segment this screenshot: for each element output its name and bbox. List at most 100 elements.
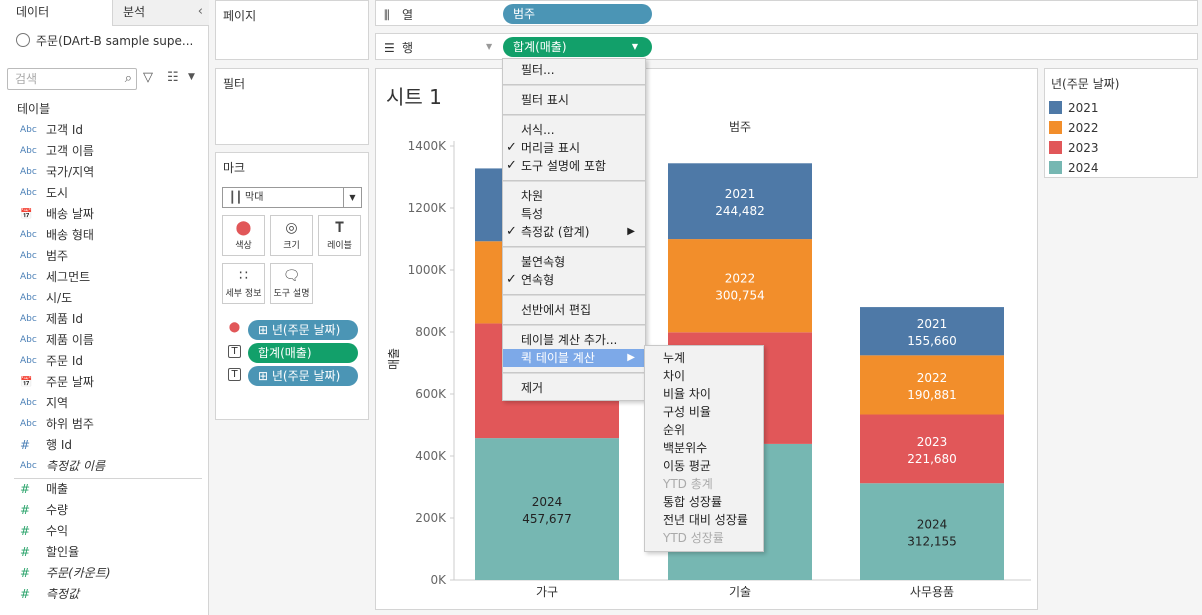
color-legend[interactable]: 년(주문 날짜) 2021 2022 2023 2024 bbox=[1044, 68, 1198, 178]
context-menu-item[interactable]: ✓ 도구 설명에 포함 bbox=[503, 157, 645, 175]
label-year-pill[interactable]: ⊞ 년(주문 날짜) bbox=[248, 366, 358, 386]
quick-calc-item[interactable]: 백분위수 bbox=[663, 439, 707, 457]
checkmark-icon: ✓ bbox=[506, 158, 517, 173]
chevron-down-icon[interactable]: ▼ bbox=[343, 188, 361, 207]
dimension-field[interactable]: Abc 배송 형태 bbox=[0, 225, 209, 246]
context-menu-item[interactable]: 테이블 계산 추가... bbox=[503, 331, 645, 349]
filters-card[interactable]: 필터 bbox=[215, 68, 369, 145]
chevron-down-icon[interactable]: ▼ bbox=[188, 72, 195, 82]
marks-card: 마크 ┃┃ 막대 ▼ ⬤ 색상 ◎ 크기 𝐓 레이블 ∷ 세부 정보 🗨 도구 … bbox=[215, 152, 369, 420]
field-name: 측정값 이름 bbox=[46, 459, 106, 473]
expand-icon[interactable]: ⊞ bbox=[258, 323, 268, 337]
dimension-field[interactable]: # 행 Id bbox=[0, 435, 209, 456]
tab-analysis[interactable]: 분석 ‹ bbox=[112, 0, 209, 26]
x-tick-label: 기술 bbox=[729, 585, 751, 599]
dimension-field[interactable]: Abc 고객 이름 bbox=[0, 141, 209, 162]
color-year-pill[interactable]: ⊞ 년(주문 날짜) bbox=[248, 320, 358, 340]
search-icon[interactable]: ⌕ bbox=[125, 71, 132, 86]
field-name: 시/도 bbox=[46, 291, 73, 305]
view-list-icon[interactable]: ☷ bbox=[167, 70, 179, 85]
columns-category-pill[interactable]: 범주 bbox=[503, 4, 652, 24]
string-icon: Abc bbox=[20, 419, 37, 429]
mark-type-dropdown[interactable]: ┃┃ 막대 ▼ bbox=[222, 187, 362, 208]
legend-item[interactable]: 2024 bbox=[1049, 160, 1099, 178]
quick-calc-item[interactable]: 통합 성장률 bbox=[663, 493, 722, 511]
rows-sales-pill[interactable]: 합계(매출) ▼ bbox=[503, 37, 652, 57]
context-menu-item[interactable]: ✓ 머리글 표시 bbox=[503, 139, 645, 157]
dimension-field[interactable]: Abc 시/도 bbox=[0, 288, 209, 309]
dimension-field[interactable]: Abc 도시 bbox=[0, 183, 209, 204]
filter-icon[interactable]: ▽ bbox=[143, 70, 153, 85]
context-menu-item[interactable]: 불연속형 bbox=[503, 253, 645, 271]
dimension-field[interactable]: Abc 주문 Id bbox=[0, 351, 209, 372]
pill-label: 합계(매출) bbox=[258, 346, 312, 360]
context-menu-item[interactable]: ✓ 측정값 (합계) ▶ bbox=[503, 223, 645, 241]
color-button[interactable]: ⬤ 색상 bbox=[222, 215, 265, 256]
rows-shelf[interactable]: ☰ 행 ▼ 합계(매출) ▼ bbox=[375, 33, 1198, 60]
dimension-field[interactable]: 📅 주문 날짜 bbox=[0, 372, 209, 393]
chevron-down-icon[interactable]: ▼ bbox=[632, 37, 638, 57]
number-icon: # bbox=[20, 482, 31, 496]
pages-card[interactable]: 페이지 bbox=[215, 0, 369, 60]
detail-button[interactable]: ∷ 세부 정보 bbox=[222, 263, 265, 304]
quick-calc-item[interactable]: 전년 대비 성장률 bbox=[663, 511, 748, 529]
field-name: 제품 이름 bbox=[46, 333, 94, 347]
context-menu-item[interactable]: 선반에서 편집 bbox=[503, 301, 645, 319]
measure-field[interactable]: # 수량 bbox=[0, 500, 209, 521]
size-button[interactable]: ◎ 크기 bbox=[270, 215, 313, 256]
quick-table-calc-submenu: 누계 차이 비율 차이 구성 비율 순위 백분위수 이동 평균 YTD 총계 통합 성장률 전년 … bbox=[644, 345, 764, 552]
rows-shelf-label: ☰ 행 bbox=[384, 39, 413, 56]
quick-calc-item[interactable]: 이동 평균 bbox=[663, 457, 711, 475]
measure-field[interactable]: # 할인율 bbox=[0, 542, 209, 563]
collapse-pane-icon[interactable]: ‹ bbox=[198, 0, 203, 24]
columns-shelf[interactable]: ⫼ 열 범주 bbox=[375, 0, 1198, 26]
measure-field[interactable]: # 주문(카운트) bbox=[0, 563, 209, 584]
dimension-field[interactable]: Abc 하위 범주 bbox=[0, 414, 209, 435]
string-icon: Abc bbox=[20, 335, 37, 345]
datasource-item[interactable]: 주문(DArt-B sample supe... bbox=[16, 32, 204, 49]
dimension-field[interactable]: Abc 세그먼트 bbox=[0, 267, 209, 288]
dimension-field[interactable]: Abc 범주 bbox=[0, 246, 209, 267]
dimension-field[interactable]: Abc 고객 Id bbox=[0, 120, 209, 141]
context-menu-item[interactable]: 특성 bbox=[503, 205, 645, 223]
data-label-year: 2022 bbox=[917, 371, 948, 385]
measure-field[interactable]: # 측정값 bbox=[0, 584, 209, 605]
context-menu-item[interactable]: 서식... bbox=[503, 121, 645, 139]
legend-item[interactable]: 2021 bbox=[1049, 100, 1099, 118]
legend-item[interactable]: 2022 bbox=[1049, 120, 1099, 138]
dimension-field[interactable]: 📅 배송 날짜 bbox=[0, 204, 209, 225]
context-menu-item[interactable]: 필터 표시 bbox=[503, 91, 645, 109]
expand-icon[interactable]: ⊞ bbox=[258, 369, 268, 383]
context-menu-item[interactable]: 퀵 테이블 계산 ▶ bbox=[503, 349, 645, 367]
dimension-field[interactable]: Abc 국가/지역 bbox=[0, 162, 209, 183]
dimension-field[interactable]: Abc 측정값 이름 bbox=[0, 456, 209, 477]
legend-item[interactable]: 2023 bbox=[1049, 140, 1099, 158]
context-menu-item[interactable]: ✓ 연속형 bbox=[503, 271, 645, 289]
field-search[interactable]: ⌕ bbox=[7, 68, 137, 90]
tab-data[interactable]: 데이터 bbox=[0, 0, 112, 26]
quick-calc-item[interactable]: 구성 비율 bbox=[663, 403, 711, 421]
tooltip-button[interactable]: 🗨 도구 설명 bbox=[270, 263, 313, 304]
dimension-field[interactable]: Abc 지역 bbox=[0, 393, 209, 414]
chevron-down-icon[interactable]: ▼ bbox=[486, 42, 492, 51]
number-icon: # bbox=[20, 503, 31, 517]
quick-calc-item[interactable]: 비율 차이 bbox=[663, 385, 711, 403]
field-name: 배송 형태 bbox=[46, 228, 94, 242]
measure-field[interactable]: # 매출 bbox=[0, 479, 209, 500]
label-button[interactable]: 𝐓 레이블 bbox=[318, 215, 361, 256]
quick-calc-item[interactable]: 순위 bbox=[663, 421, 685, 439]
label-sales-pill[interactable]: 합계(매출) bbox=[248, 343, 358, 363]
dimension-field[interactable]: Abc 제품 Id bbox=[0, 309, 209, 330]
measure-field[interactable]: # 수익 bbox=[0, 521, 209, 542]
quick-calc-item[interactable]: 누계 bbox=[663, 349, 685, 367]
quick-calc-item[interactable]: 차이 bbox=[663, 367, 685, 385]
dimension-field[interactable]: Abc 제품 이름 bbox=[0, 330, 209, 351]
context-menu-item[interactable]: 제거 bbox=[503, 379, 645, 397]
string-icon: Abc bbox=[20, 188, 37, 198]
number-icon: # bbox=[20, 566, 31, 580]
search-input[interactable] bbox=[8, 69, 116, 89]
context-menu-item[interactable]: 필터... bbox=[503, 61, 645, 79]
string-icon: Abc bbox=[20, 125, 37, 135]
quick-calc-item: YTD 성장률 bbox=[663, 531, 724, 545]
context-menu-item[interactable]: 차원 bbox=[503, 187, 645, 205]
